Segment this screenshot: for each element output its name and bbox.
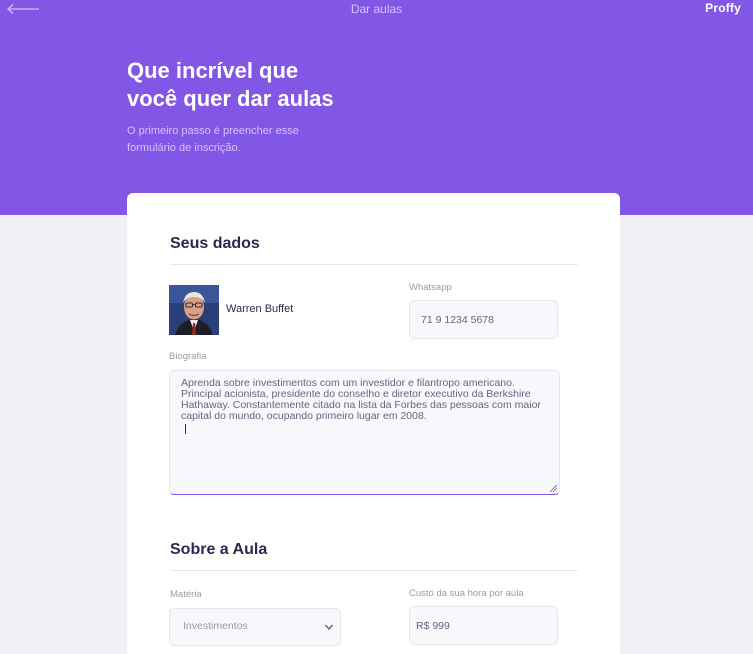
page-subtitle-line: formulário de inscrição. <box>127 142 241 154</box>
materia-selected-value: Investimentos <box>183 620 248 632</box>
whatsapp-input[interactable]: 71 9 1234 5678 <box>409 300 558 339</box>
user-name: Warren Buffet <box>226 303 294 315</box>
custo-input[interactable]: R$ 999 <box>409 606 558 645</box>
bio-textarea[interactable]: Aprenda sobre investimentos com um inves… <box>169 370 560 495</box>
section-divider <box>170 570 578 571</box>
materia-label: Matéria <box>170 589 202 600</box>
page-subtitle-line: O primeiro passo é preencher esse <box>127 125 299 137</box>
form-card: Seus dados Warren Buffet Whatsapp 71 9 1… <box>127 193 620 654</box>
avatar <box>169 285 219 335</box>
proffy-logo: Proffy <box>705 1 741 15</box>
section-title-seus-dados: Seus dados <box>170 235 260 252</box>
page-title-line: Que incrível que <box>127 58 299 83</box>
section-title-sobre-aula: Sobre a Aula <box>170 541 268 558</box>
page-title-line: você quer dar aulas <box>127 86 334 111</box>
materia-select[interactable]: Investimentos <box>169 608 341 646</box>
page-subtitle: O primeiro passo é preencher esse formul… <box>127 123 337 157</box>
bio-line: capital do mundo, ocupando primeiro luga… <box>181 410 427 422</box>
top-bar: Dar aulas Proffy <box>0 0 753 18</box>
page-header: Dar aulas Proffy Que incrível que você q… <box>0 0 753 215</box>
resize-handle-icon[interactable] <box>550 485 557 492</box>
top-bar-title: Dar aulas <box>350 2 403 16</box>
text-caret <box>185 424 186 434</box>
custo-label: Custo da sua hora por aula <box>409 588 524 599</box>
page-title: Que incrível que você quer dar aulas <box>127 57 407 113</box>
chevron-down-icon <box>324 624 334 631</box>
section-divider <box>170 264 578 265</box>
bio-label: Biografia <box>169 351 207 362</box>
whatsapp-label: Whatsapp <box>409 282 452 293</box>
